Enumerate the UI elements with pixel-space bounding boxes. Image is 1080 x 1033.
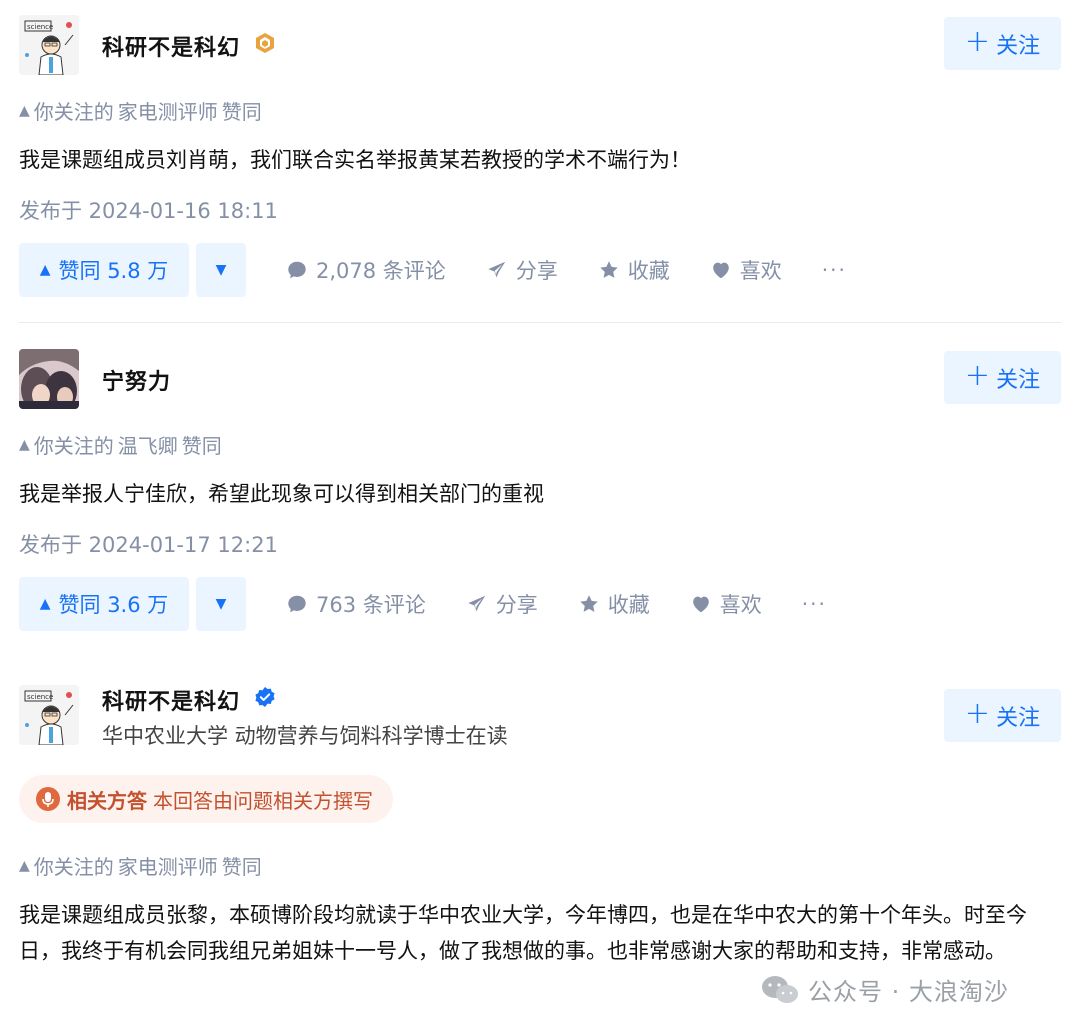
upvote-button[interactable]: ▲ 赞同 3.6 万 — [19, 577, 189, 631]
upvoter-prefix: 你关注的 — [33, 100, 114, 124]
follow-button[interactable]: + 关注 — [944, 351, 1061, 404]
followed-upvoter-line: ▲ 你关注的 温飞卿 赞同 — [19, 430, 222, 459]
action-bar: ▲ 赞同 3.6 万 ▼ 763 条评论 分享 收藏 喜欢 ··· — [19, 577, 827, 631]
favorite-label: 收藏 — [607, 593, 650, 617]
upvoter-suffix: 赞同 — [181, 434, 222, 458]
upvoter-prefix: 你关注的 — [33, 434, 114, 458]
upvoter-suffix: 赞同 — [221, 855, 262, 879]
downvote-triangle-icon: ▼ — [215, 262, 227, 278]
star-icon — [580, 595, 598, 612]
avatar[interactable] — [19, 349, 79, 409]
upvote-triangle-icon: ▲ — [19, 857, 30, 874]
author-name[interactable]: 科研不是科幻 — [102, 30, 240, 62]
upvoter-suffix: 赞同 — [221, 100, 262, 124]
svg-text:science: science — [27, 693, 53, 701]
more-options-button[interactable]: ··· — [802, 592, 827, 616]
upvote-label: 赞同 5.8 万 — [58, 259, 169, 283]
answer-content[interactable]: 我是课题组成员刘肖萌，我们联合实名举报黄某若教授的学术不端行为！ — [19, 143, 1061, 179]
comments-label: 763 条评论 — [316, 593, 426, 617]
action-bar: ▲ 赞同 5.8 万 ▼ 2,078 条评论 分享 收藏 喜欢 ··· — [19, 243, 847, 297]
like-button[interactable]: 喜欢 — [690, 589, 762, 619]
downvote-button[interactable]: ▼ — [196, 577, 246, 631]
followed-upvoter-line: ▲ 你关注的 家电测评师 赞同 — [19, 851, 262, 880]
published-time[interactable]: 发布于 2024-01-17 12:21 — [19, 529, 278, 559]
share-button[interactable]: 分享 — [466, 589, 538, 619]
like-button[interactable]: 喜欢 — [710, 255, 782, 285]
watermark-text: 公众号 · 大浪淘沙 — [808, 978, 1009, 1006]
share-plane-icon — [468, 595, 486, 612]
upvote-triangle-icon: ▲ — [19, 102, 30, 119]
heart-icon — [713, 262, 729, 279]
answer-content[interactable]: 我是课题组成员张黎，本硕博阶段均就读于华中农业大学，今年博四，也是在华中农大的第… — [19, 897, 1061, 969]
favorite-button[interactable]: 收藏 — [578, 589, 650, 619]
upvote-triangle-icon: ▲ — [39, 596, 51, 612]
star-icon — [600, 261, 618, 278]
wechat-icon — [762, 975, 798, 1003]
plus-icon: + — [964, 696, 991, 731]
upvoter-user[interactable]: 家电测评师 — [118, 96, 218, 125]
upvote-triangle-icon: ▲ — [19, 436, 30, 453]
author-name[interactable]: 宁努力 — [102, 364, 171, 396]
avatar[interactable]: science — [19, 685, 79, 745]
microphone-icon — [36, 787, 60, 811]
related-tag-desc: 本回答由问题相关方撰写 — [153, 788, 373, 813]
follow-label: 关注 — [996, 33, 1041, 59]
heart-icon — [692, 596, 709, 613]
answer-content[interactable]: 我是举报人宁佳欣，希望此现象可以得到相关部门的重视 — [19, 477, 1061, 513]
author-name[interactable]: 科研不是科幻 — [102, 684, 240, 716]
upvoter-user[interactable]: 家电测评师 — [118, 851, 218, 880]
upvoter-prefix: 你关注的 — [33, 855, 114, 879]
comments-button[interactable]: 2,078 条评论 — [286, 255, 446, 285]
published-time[interactable]: 发布于 2024-01-16 18:11 — [19, 195, 278, 225]
comment-bubble-icon — [288, 261, 306, 279]
follow-label: 关注 — [996, 705, 1041, 731]
comment-bubble-icon — [288, 595, 306, 613]
favorite-button[interactable]: 收藏 — [598, 255, 670, 285]
blue-verified-badge-icon — [255, 687, 275, 707]
favorite-label: 收藏 — [627, 259, 670, 283]
avatar[interactable]: science — [19, 15, 79, 75]
answer-card: science 科研不是科幻 + 关注 ▲ 你关注的 家电测评师 赞同 我是课题… — [0, 0, 1080, 320]
share-label: 分享 — [495, 593, 538, 617]
upvote-triangle-icon: ▲ — [39, 262, 51, 278]
related-tag-title: 相关方答 — [67, 788, 147, 813]
follow-label: 关注 — [996, 367, 1041, 393]
more-options-button[interactable]: ··· — [822, 258, 847, 282]
watermark: 公众号 · 大浪淘沙 — [760, 972, 1009, 1007]
upvoter-user[interactable]: 温飞卿 — [118, 430, 178, 459]
follow-button[interactable]: + 关注 — [944, 689, 1061, 742]
downvote-button[interactable]: ▼ — [196, 243, 246, 297]
upvote-label: 赞同 3.6 万 — [58, 593, 169, 617]
share-plane-icon — [488, 261, 506, 278]
author-bio: 华中农业大学 动物营养与饲料科学博士在读 — [102, 724, 508, 748]
related-party-tag: 相关方答 本回答由问题相关方撰写 — [19, 775, 393, 823]
gold-hexagon-badge-icon — [256, 33, 274, 53]
like-label: 喜欢 — [739, 259, 782, 283]
followed-upvoter-line: ▲ 你关注的 家电测评师 赞同 — [19, 96, 262, 125]
answer-card: 宁努力 + 关注 ▲ 你关注的 温飞卿 赞同 我是举报人宁佳欣，希望此现象可以得… — [0, 334, 1080, 644]
comments-button[interactable]: 763 条评论 — [286, 589, 426, 619]
like-label: 喜欢 — [719, 593, 762, 617]
divider — [19, 322, 1061, 323]
plus-icon: + — [964, 24, 991, 59]
share-label: 分享 — [515, 259, 558, 283]
downvote-triangle-icon: ▼ — [215, 596, 227, 612]
comments-label: 2,078 条评论 — [316, 259, 446, 283]
svg-text:science: science — [27, 23, 53, 31]
plus-icon: + — [964, 358, 991, 393]
upvote-button[interactable]: ▲ 赞同 5.8 万 — [19, 243, 189, 297]
share-button[interactable]: 分享 — [486, 255, 558, 285]
follow-button[interactable]: + 关注 — [944, 17, 1061, 70]
